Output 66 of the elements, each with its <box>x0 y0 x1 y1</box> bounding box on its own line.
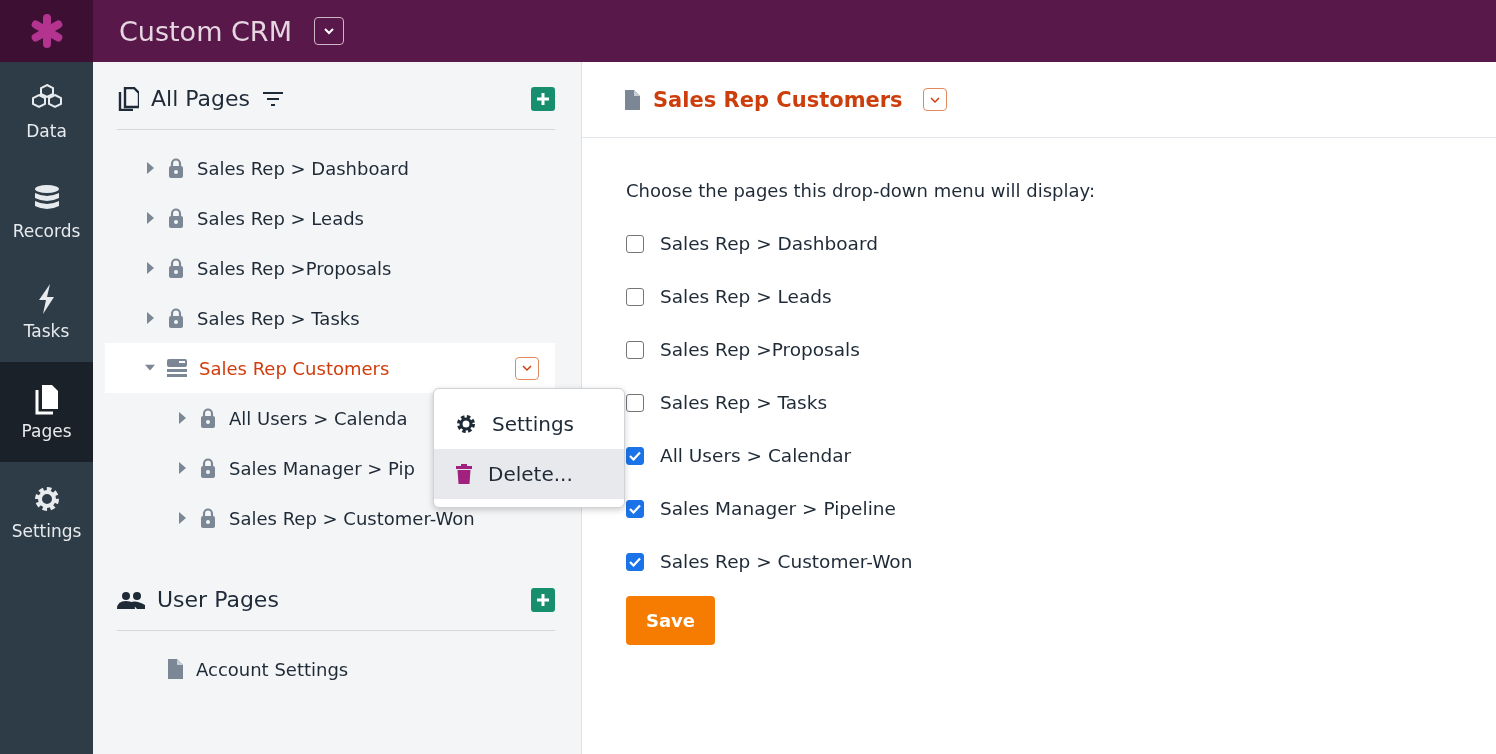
item-dropdown-button[interactable] <box>515 356 539 380</box>
lock-icon <box>199 508 217 528</box>
title-dropdown-button[interactable] <box>922 88 947 111</box>
checkmark-icon <box>629 556 641 567</box>
nav-item[interactable]: Settings <box>0 462 93 562</box>
checkbox[interactable] <box>626 552 644 571</box>
checkbox-label: Sales Rep > Leads <box>660 286 832 307</box>
trash-icon <box>456 464 472 484</box>
filter-icon <box>262 90 284 107</box>
app-dropdown-button[interactable] <box>313 17 344 45</box>
document-icon <box>167 659 184 679</box>
instruction-text: Choose the pages this drop-down menu will display: <box>626 180 1096 201</box>
plus-icon <box>536 91 550 106</box>
caret-right-icon <box>178 512 186 524</box>
caret-right-icon <box>146 262 154 274</box>
tree-item[interactable]: Account Settings <box>105 644 555 694</box>
checkbox-label: Sales Rep > Dashboard <box>660 233 878 254</box>
stacked-rows-icon <box>167 359 187 377</box>
nav-item[interactable]: Tasks <box>0 262 93 362</box>
caret-right-icon <box>146 212 154 224</box>
lock-icon <box>199 408 217 428</box>
app-title: Custom CRM <box>119 15 292 47</box>
menu-item[interactable]: Settings <box>434 399 624 449</box>
checkbox[interactable] <box>626 234 644 253</box>
checkbox[interactable] <box>626 393 644 412</box>
caret-right-icon <box>178 462 186 474</box>
add-button[interactable] <box>531 86 555 111</box>
lock-icon <box>167 258 185 278</box>
section-title: All Pages <box>151 86 250 111</box>
nav-item[interactable]: Pages <box>0 362 93 462</box>
nav-item[interactable]: Records <box>0 162 93 262</box>
checkbox-label: All Users > Calendar <box>660 445 852 466</box>
checkbox-label: Sales Rep > Tasks <box>660 392 828 413</box>
tree-item[interactable]: Sales Rep Customers <box>105 343 555 393</box>
checkmark-icon <box>629 450 641 461</box>
lock-icon <box>167 308 185 328</box>
tree-item[interactable]: Sales Rep > Tasks <box>105 293 555 343</box>
caret-right-icon <box>178 412 186 424</box>
checkmark-icon <box>629 503 641 514</box>
lock-icon <box>199 458 217 478</box>
tree-item[interactable]: Sales Rep > Leads <box>105 193 555 243</box>
chevron-down-icon <box>521 362 533 374</box>
lock-icon <box>167 158 185 178</box>
nav-item[interactable]: Data <box>0 62 93 162</box>
menu-item[interactable]: Delete... <box>434 449 624 499</box>
checkbox[interactable] <box>626 287 644 306</box>
checkbox[interactable] <box>626 340 644 359</box>
page-title: Sales Rep Customers <box>653 87 903 112</box>
document-icon <box>624 89 641 110</box>
lock-icon <box>167 208 185 228</box>
caret-right-icon <box>146 312 154 324</box>
checkbox[interactable] <box>626 499 644 518</box>
plus-icon <box>536 592 550 607</box>
checkbox-label: Sales Rep >Proposals <box>660 339 860 360</box>
gear-icon <box>456 414 476 434</box>
checkbox-label: Sales Rep > Customer-Won <box>660 551 913 572</box>
add-button[interactable] <box>531 587 555 612</box>
caret-down-icon <box>145 364 155 372</box>
tree-item[interactable]: Sales Rep > Dashboard <box>105 143 555 193</box>
caret-right-icon <box>146 162 154 174</box>
tree-item[interactable]: Sales Rep >Proposals <box>105 243 555 293</box>
pages-icon <box>117 86 139 111</box>
checkbox[interactable] <box>626 446 644 465</box>
checkbox-label: Sales Manager > Pipeline <box>660 498 896 519</box>
people-icon <box>117 590 145 609</box>
section-title: User Pages <box>157 587 279 612</box>
